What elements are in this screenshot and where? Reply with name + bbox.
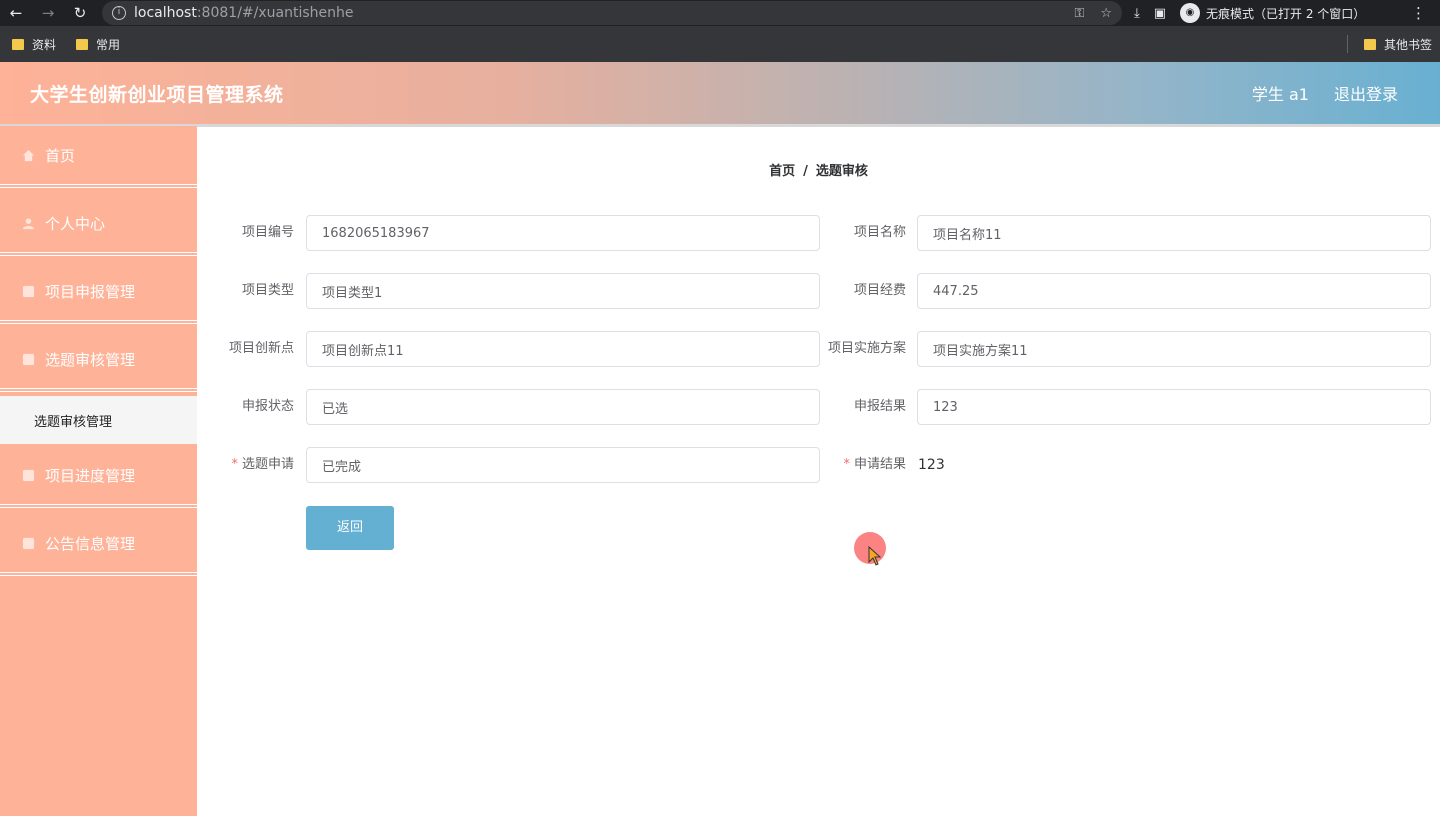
required-mark: * [231, 457, 238, 472]
folder-icon [76, 38, 89, 50]
innovation-point-input[interactable] [306, 331, 820, 367]
sidebar-item-notice[interactable]: 公告信息管理 [0, 514, 197, 576]
project-type-input[interactable] [306, 273, 820, 309]
apply-status-label: 申报状态 [241, 399, 294, 414]
project-name-input[interactable] [917, 215, 1431, 251]
incognito-indicator[interactable]: ◉ 无痕模式（已打开 2 个窗口） [1180, 3, 1365, 23]
sidebar-item-topic-review[interactable]: 选题审核管理 [0, 330, 197, 392]
implementation-plan-label: 项目实施方案 [827, 341, 906, 356]
application-result-value: 123 [918, 457, 945, 473]
app-title: 大学生创新创业项目管理系统 [30, 83, 284, 106]
info-icon[interactable]: i [112, 6, 126, 20]
sidebar-item-label: 个人中心 [45, 214, 106, 233]
application-result-label: * 申请结果 [806, 447, 906, 483]
sidebar-item-label: 选题审核管理 [45, 350, 136, 369]
project-number-label: 项目编号 [241, 225, 294, 240]
user-icon [22, 217, 35, 229]
current-user: 学生 a1 [1251, 85, 1309, 104]
address-bar[interactable]: i localhost:8081/#/xuantishenhe ⚿ ☆ [102, 1, 1122, 25]
bookmark-label: 资料 [32, 37, 57, 52]
app-header: 大学生创新创业项目管理系统 学生 a1 退出登录 [0, 62, 1440, 124]
sidebar-item-label: 项目申报管理 [45, 282, 136, 301]
url-path: :8081/#/xuantishenhe [196, 5, 354, 21]
sidebar-item-project-apply[interactable]: 项目申报管理 [0, 262, 197, 324]
reload-icon[interactable]: ↻ [64, 4, 96, 22]
project-number-input[interactable] [306, 215, 820, 251]
breadcrumb-separator: / [803, 164, 808, 179]
forward-arrow-icon[interactable]: → [32, 4, 64, 22]
key-icon[interactable]: ⚿ [1074, 6, 1084, 21]
menu-icon [22, 353, 35, 365]
header-divider [0, 124, 1440, 127]
url-host: localhost [134, 5, 197, 21]
implementation-plan-input[interactable] [917, 331, 1431, 367]
project-funds-label: 项目经费 [853, 283, 906, 298]
other-bookmarks[interactable]: 其他书签 [1346, 35, 1432, 53]
divider [1346, 35, 1348, 53]
innovation-point-label: 项目创新点 [228, 341, 294, 356]
sidebar-item-label: 公告信息管理 [45, 534, 136, 553]
browser-toolbar: ← → ↻ i localhost:8081/#/xuantishenhe ⚿ … [0, 0, 1440, 26]
bookmark-folder-1[interactable]: 资料 [12, 36, 56, 53]
application-result-label-text: 申请结果 [853, 457, 906, 472]
incognito-icon: ◉ [1180, 3, 1201, 23]
sidebar-item-label: 项目进度管理 [45, 466, 136, 485]
breadcrumb-current: 选题审核 [815, 164, 868, 179]
bookmark-label: 常用 [96, 37, 121, 52]
sidebar-subitem-topic-review[interactable]: 选题审核管理 [0, 396, 197, 444]
more-vert-icon[interactable]: ⋮ [1411, 4, 1426, 22]
required-mark: * [843, 457, 850, 472]
folder-icon [12, 38, 24, 50]
project-type-label: 项目类型 [241, 283, 294, 298]
bookmark-folder-2[interactable]: 常用 [76, 36, 120, 53]
mouse-pointer-icon [868, 546, 882, 566]
sidebar-item-profile[interactable]: 个人中心 [0, 194, 197, 256]
topic-application-input[interactable] [306, 447, 820, 483]
sidebar-item-progress[interactable]: 项目进度管理 [0, 446, 197, 508]
apply-status-input[interactable] [306, 389, 820, 425]
breadcrumb: 首页 / 选题审核 [0, 160, 1440, 179]
back-button[interactable]: 返回 [306, 506, 394, 550]
sidebar: 首页 个人中心 项目申报管理 选题审核管理 选题审核管理 项目进度管理 公告信息… [0, 126, 197, 816]
bookmarks-bar: 资料 常用 其他书签 [0, 26, 1440, 62]
menu-icon [22, 285, 35, 297]
apply-result-input[interactable] [917, 389, 1431, 425]
download-icon[interactable]: ⤓ [1134, 6, 1140, 21]
menu-icon [22, 469, 35, 481]
menu-icon [22, 537, 35, 549]
back-arrow-icon[interactable]: ← [0, 4, 32, 22]
project-funds-input[interactable] [917, 273, 1431, 309]
sidepanel-icon[interactable]: ▣ [1154, 6, 1166, 21]
star-icon[interactable]: ☆ [1100, 6, 1112, 21]
apply-result-label: 申报结果 [853, 399, 906, 414]
breadcrumb-home[interactable]: 首页 [769, 164, 795, 179]
logout-link[interactable]: 退出登录 [1334, 81, 1398, 105]
incognito-label: 无痕模式（已打开 2 个窗口） [1206, 6, 1366, 21]
folder-icon [1363, 38, 1376, 50]
topic-application-label-text: 选题申请 [241, 457, 294, 472]
other-bookmarks-label: 其他书签 [1383, 37, 1432, 52]
project-name-label: 项目名称 [853, 225, 906, 240]
topic-application-label: * 选题申请 [194, 447, 294, 483]
